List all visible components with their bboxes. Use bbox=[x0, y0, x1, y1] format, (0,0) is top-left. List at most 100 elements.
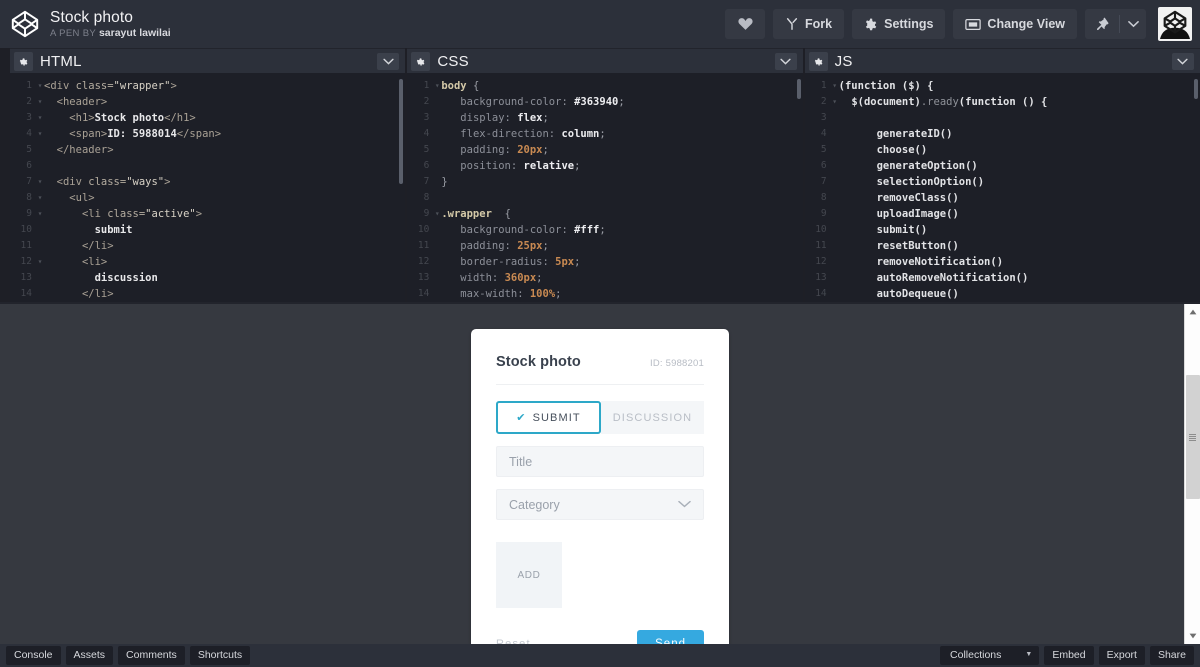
settings-label: Settings bbox=[884, 17, 934, 31]
footer-left-group: Console Assets Comments Shortcuts bbox=[6, 646, 251, 665]
embed-button[interactable]: Embed bbox=[1044, 646, 1094, 665]
assets-button[interactable]: Assets bbox=[65, 646, 114, 665]
editor-scrollbar-js[interactable] bbox=[1193, 79, 1198, 99]
editor-scrollbar-css[interactable] bbox=[796, 79, 801, 99]
fold-marker-icon[interactable] bbox=[831, 254, 839, 270]
change-view-button[interactable]: Change View bbox=[953, 9, 1077, 39]
fold-marker-icon[interactable] bbox=[831, 142, 839, 158]
pin-dropdown-chevron-down-icon[interactable] bbox=[1120, 9, 1146, 39]
tab-submit[interactable]: ✔ SUBMIT bbox=[496, 401, 601, 434]
fold-marker-icon[interactable] bbox=[831, 270, 839, 286]
fold-marker-icon[interactable]: ▾ bbox=[36, 78, 44, 94]
pen-author[interactable]: sarayut lawilai bbox=[99, 27, 171, 39]
preview-scrollbar-track[interactable] bbox=[1184, 320, 1200, 628]
code-editor-js[interactable]: 1 ▾ (function ($) {2 ▾ $(document).ready(fu… bbox=[804, 73, 1200, 302]
line-number: 7 bbox=[820, 176, 827, 187]
fold-marker-icon[interactable]: ▾ bbox=[831, 78, 839, 94]
code-editor-css[interactable]: 1 ▾ body {2 background-color: #363940; 3 di… bbox=[407, 73, 803, 302]
fold-marker-icon[interactable] bbox=[433, 270, 441, 286]
fold-marker-icon[interactable] bbox=[831, 286, 839, 302]
shortcuts-button[interactable]: Shortcuts bbox=[189, 646, 251, 665]
fold-marker-icon[interactable] bbox=[433, 174, 441, 190]
fold-marker-icon[interactable]: ▾ bbox=[36, 94, 44, 110]
code-line: 1 ▾ (function ($) { bbox=[805, 78, 1200, 94]
preview-scrollbar[interactable] bbox=[1184, 304, 1200, 644]
editor-collapse-chevron-down-icon[interactable] bbox=[377, 52, 400, 70]
editor-scrollbar-html[interactable] bbox=[399, 79, 404, 184]
share-button[interactable]: Share bbox=[1149, 646, 1194, 665]
fold-marker-icon[interactable]: ▾ bbox=[36, 126, 44, 142]
code-text: position: relative; bbox=[460, 160, 581, 172]
fold-marker-icon[interactable]: ▾ bbox=[36, 206, 44, 222]
send-button[interactable]: Send bbox=[637, 630, 704, 644]
code-line: 11 resetButton() bbox=[805, 238, 1200, 254]
editor-collapse-chevron-down-icon[interactable] bbox=[774, 52, 797, 70]
fold-marker-icon[interactable] bbox=[831, 190, 839, 206]
codepen-logo-icon[interactable] bbox=[10, 9, 40, 39]
fold-marker-icon[interactable] bbox=[36, 142, 44, 158]
fold-marker-icon[interactable]: ▾ bbox=[433, 78, 441, 94]
collections-dropdown[interactable]: Collections ▼ bbox=[940, 646, 1040, 665]
editor-title-js: JS bbox=[834, 52, 853, 70]
gear-icon[interactable] bbox=[411, 51, 431, 71]
fold-marker-icon[interactable]: ▾ bbox=[36, 190, 44, 206]
love-button[interactable] bbox=[725, 9, 766, 39]
code-editor-html[interactable]: 1 ▾ <div class="wrapper"> 2 ▾ <header> 3 ▾ <h1… bbox=[10, 73, 406, 302]
fold-marker-icon[interactable] bbox=[433, 222, 441, 238]
code-line: 14 autoDequeue() bbox=[805, 286, 1200, 302]
settings-button[interactable]: Settings bbox=[852, 9, 946, 39]
fold-marker-icon[interactable]: ▾ bbox=[831, 94, 839, 110]
fork-button[interactable]: Fork bbox=[773, 9, 845, 39]
fold-marker-icon[interactable] bbox=[831, 206, 839, 222]
comments-button[interactable]: Comments bbox=[118, 646, 185, 665]
line-number: 6 bbox=[26, 160, 32, 171]
fold-marker-icon[interactable] bbox=[433, 286, 441, 302]
fold-marker-icon[interactable] bbox=[433, 94, 441, 110]
line-number: 7 bbox=[423, 176, 430, 187]
title-input[interactable]: Title bbox=[496, 446, 704, 477]
fold-marker-icon[interactable] bbox=[36, 238, 44, 254]
category-select[interactable]: Category bbox=[496, 489, 704, 520]
fold-marker-icon[interactable]: ▾ bbox=[36, 110, 44, 126]
fold-marker-icon[interactable] bbox=[433, 142, 441, 158]
fold-marker-icon[interactable] bbox=[433, 238, 441, 254]
fold-marker-icon[interactable] bbox=[36, 270, 44, 286]
code-line: 10 background-color: #fff; bbox=[407, 222, 802, 238]
fold-marker-icon[interactable] bbox=[433, 190, 441, 206]
fold-marker-icon[interactable] bbox=[36, 158, 44, 174]
fold-marker-icon[interactable] bbox=[831, 158, 839, 174]
scroll-down-arrow-icon[interactable] bbox=[1185, 628, 1200, 644]
code-text: </li> bbox=[81, 288, 114, 300]
fold-marker-icon[interactable] bbox=[433, 110, 441, 126]
preview-scrollbar-thumb[interactable] bbox=[1185, 375, 1200, 499]
gear-icon[interactable] bbox=[808, 51, 828, 71]
console-button[interactable]: Console bbox=[6, 646, 61, 665]
fold-marker-icon[interactable] bbox=[433, 126, 441, 142]
code-line: 3 bbox=[805, 110, 1200, 126]
editor-pane-css: CSS 1 ▾ body {2 background-color: #363940;… bbox=[407, 48, 803, 302]
code-line: 5 choose() bbox=[805, 142, 1200, 158]
gear-icon[interactable] bbox=[14, 51, 33, 71]
pin-group bbox=[1085, 9, 1146, 39]
fold-marker-icon[interactable] bbox=[831, 222, 839, 238]
fold-marker-icon[interactable]: ▾ bbox=[36, 254, 44, 270]
editor-collapse-chevron-down-icon[interactable] bbox=[1171, 52, 1194, 70]
code-line: 14 </li> bbox=[10, 286, 405, 302]
avatar[interactable] bbox=[1158, 7, 1192, 41]
fold-marker-icon[interactable] bbox=[831, 238, 839, 254]
scroll-up-arrow-icon[interactable] bbox=[1185, 304, 1200, 320]
fold-marker-icon[interactable]: ▾ bbox=[433, 206, 441, 222]
fold-marker-icon[interactable] bbox=[36, 286, 44, 302]
add-image-button[interactable]: ADD bbox=[496, 542, 562, 608]
fold-marker-icon[interactable] bbox=[831, 110, 839, 126]
tab-discussion[interactable]: DISCUSSION bbox=[601, 401, 704, 434]
fold-marker-icon[interactable]: ▾ bbox=[36, 174, 44, 190]
line-number: 4 bbox=[820, 128, 827, 139]
fold-marker-icon[interactable] bbox=[433, 254, 441, 270]
fold-marker-icon[interactable] bbox=[831, 174, 839, 190]
pin-icon[interactable] bbox=[1085, 9, 1119, 39]
fold-marker-icon[interactable] bbox=[433, 158, 441, 174]
fold-marker-icon[interactable] bbox=[831, 126, 839, 142]
fold-marker-icon[interactable] bbox=[36, 222, 44, 238]
export-button[interactable]: Export bbox=[1098, 646, 1145, 665]
